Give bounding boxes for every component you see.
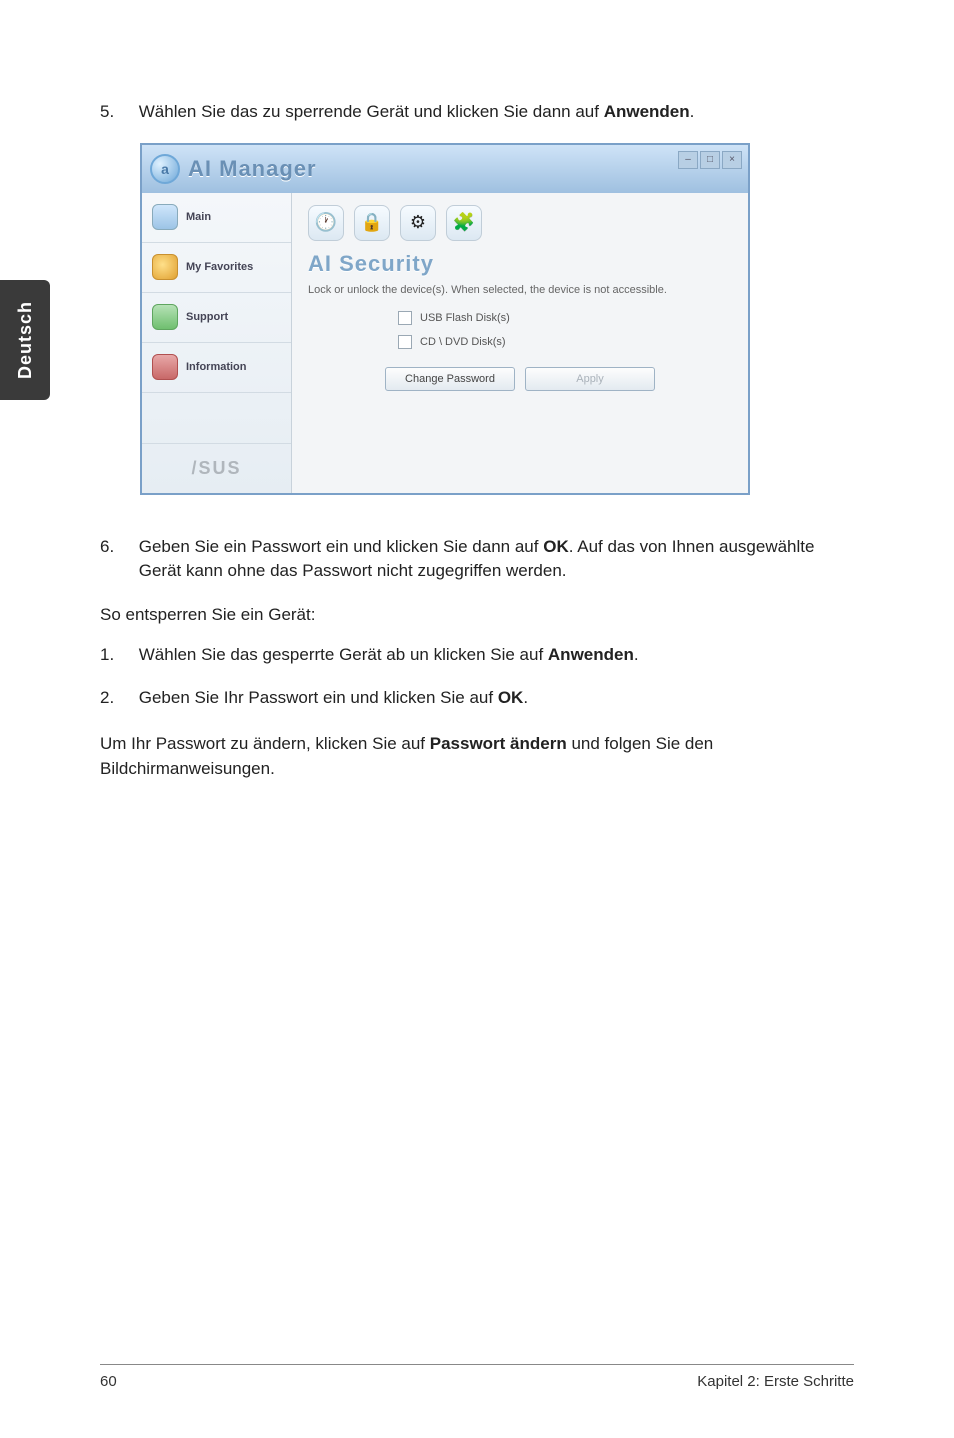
section-title: AI Security (308, 251, 732, 277)
nav-item-label: Information (186, 361, 247, 373)
step-6-text: Geben Sie ein Passwort ein und klicken S… (139, 535, 853, 584)
nav-item-main[interactable]: Main (142, 193, 291, 243)
checkbox-row-usb: USB Flash Disk(s) (398, 311, 732, 325)
unlock-step-2-bold: OK (498, 688, 524, 707)
toolbar-icon-1[interactable]: 🕐 (308, 205, 344, 241)
language-side-tab: Deutsch (0, 280, 50, 400)
content-pane: 🕐 🔒 ⚙ 🧩 AI Security Lock or unlock the d… (292, 193, 748, 493)
titlebar: a AI Manager – □ × (142, 145, 748, 193)
maximize-button[interactable]: □ (700, 151, 720, 169)
cddvd-checkbox[interactable] (398, 335, 412, 349)
change-password-button[interactable]: Change Password (385, 367, 515, 391)
button-row: Change Password Apply (308, 367, 732, 391)
unlock-heading: So entsperren Sie ein Gerät: (100, 602, 854, 628)
toolbar-icon-3[interactable]: ⚙ (400, 205, 436, 241)
nav-item-support[interactable]: Support (142, 293, 291, 343)
cddvd-checkbox-label: CD \ DVD Disk(s) (420, 336, 506, 348)
usb-checkbox-label: USB Flash Disk(s) (420, 312, 510, 324)
language-side-tab-label: Deutsch (15, 301, 36, 379)
main-icon (152, 204, 178, 230)
step-6-number: 6. (100, 535, 134, 560)
chapter-label: Kapitel 2: Erste Schritte (697, 1373, 854, 1390)
step-5-pre: Wählen Sie das zu sperrende Gerät und kl… (139, 102, 604, 121)
ai-manager-window: a AI Manager – □ × Main My Favorites (140, 143, 750, 495)
unlock-step-1-post: . (634, 645, 639, 664)
page-number: 60 (100, 1373, 117, 1390)
unlock-step-2-post: . (523, 688, 528, 707)
app-logo-letter: a (161, 161, 169, 177)
close-button[interactable]: × (722, 151, 742, 169)
pwchange-pre: Um Ihr Passwort zu ändern, klicken Sie a… (100, 734, 430, 753)
unlock-step-1-text: Wählen Sie das gesperrte Gerät ab un kli… (139, 643, 853, 668)
window-buttons: – □ × (678, 151, 742, 169)
toolbar: 🕐 🔒 ⚙ 🧩 (308, 205, 732, 241)
step-5: 5. Wählen Sie das zu sperrende Gerät und… (100, 100, 854, 125)
usb-checkbox[interactable] (398, 311, 412, 325)
step-5-text: Wählen Sie das zu sperrende Gerät und kl… (139, 100, 853, 125)
pwchange-bold: Passwort ändern (430, 734, 567, 753)
window-title: AI Manager (188, 156, 317, 182)
unlock-step-2-number: 2. (100, 686, 134, 711)
step-5-post: . (690, 102, 695, 121)
support-icon (152, 304, 178, 330)
toolbar-icon-2[interactable]: 🔒 (354, 205, 390, 241)
section-description: Lock or unlock the device(s). When selec… (308, 283, 732, 297)
unlock-step-1-pre: Wählen Sie das gesperrte Gerät ab un kli… (139, 645, 548, 664)
nav-item-label: Support (186, 311, 228, 323)
nav-item-information[interactable]: Information (142, 343, 291, 393)
step-6-pre: Geben Sie ein Passwort ein und klicken S… (139, 537, 543, 556)
information-icon (152, 354, 178, 380)
nav-item-label: Main (186, 211, 211, 223)
favorites-icon (152, 254, 178, 280)
checkbox-row-cddvd: CD \ DVD Disk(s) (398, 335, 732, 349)
nav-item-label: My Favorites (186, 261, 253, 273)
toolbar-icon-4[interactable]: 🧩 (446, 205, 482, 241)
app-logo-icon: a (150, 154, 180, 184)
unlock-step-1-bold: Anwenden (548, 645, 634, 664)
unlock-step-2: 2. Geben Sie Ihr Passwort ein und klicke… (100, 686, 854, 711)
brand-logo: /SUS (142, 443, 291, 493)
page-footer: 60 Kapitel 2: Erste Schritte (100, 1364, 854, 1390)
unlock-step-1-number: 1. (100, 643, 134, 668)
minimize-button[interactable]: – (678, 151, 698, 169)
unlock-step-2-text: Geben Sie Ihr Passwort ein und klicken S… (139, 686, 853, 711)
apply-button[interactable]: Apply (525, 367, 655, 391)
step-5-bold: Anwenden (604, 102, 690, 121)
step-6-bold: OK (543, 537, 569, 556)
password-change-paragraph: Um Ihr Passwort zu ändern, klicken Sie a… (100, 731, 854, 782)
step-6: 6. Geben Sie ein Passwort ein und klicke… (100, 535, 854, 584)
nav-item-favorites[interactable]: My Favorites (142, 243, 291, 293)
step-5-number: 5. (100, 100, 134, 125)
unlock-step-1: 1. Wählen Sie das gesperrte Gerät ab un … (100, 643, 854, 668)
left-nav: Main My Favorites Support Information /S… (142, 193, 292, 493)
unlock-step-2-pre: Geben Sie Ihr Passwort ein und klicken S… (139, 688, 498, 707)
